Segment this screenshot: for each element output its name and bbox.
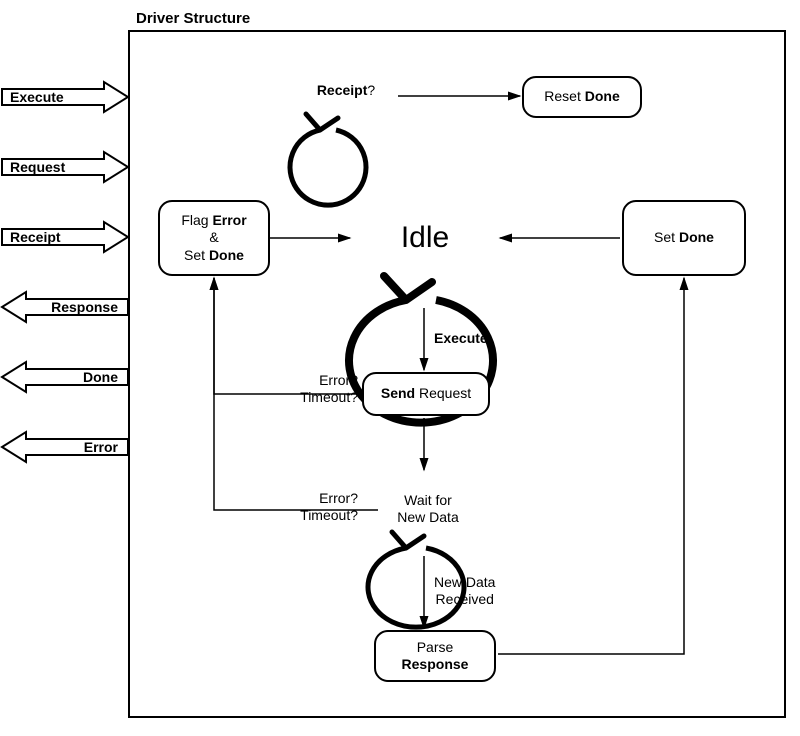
set-done-node: Set Done	[622, 200, 746, 276]
driver-structure-title: Driver Structure	[136, 10, 250, 27]
wait-loop-label: Wait forNew Data	[388, 492, 468, 526]
signal-execute-label: Execute	[10, 89, 64, 105]
signal-done-label: Done	[83, 369, 118, 385]
signal-response-arrow: Response	[0, 290, 128, 324]
flag-error-set-done-node: Flag Error & Set Done	[158, 200, 270, 276]
send-request-node: Send Request	[362, 372, 490, 416]
error-timeout-label-1: Error?Timeout?	[270, 372, 358, 406]
signal-receipt-arrow: Receipt	[0, 220, 128, 254]
signal-error-arrow: Error	[0, 430, 128, 464]
new-data-received-label: New DataReceived	[434, 574, 495, 608]
signal-request-arrow: Request	[0, 150, 128, 184]
error-timeout-label-2: Error?Timeout?	[270, 490, 358, 524]
parse-response-node: ParseResponse	[374, 630, 496, 682]
signal-error-label: Error	[84, 439, 118, 455]
signal-request-label: Request	[10, 159, 65, 175]
receipt-loop-label: Receipt?	[296, 82, 396, 99]
execute-edge-label: Execute	[434, 330, 488, 347]
signal-execute-arrow: Execute	[0, 80, 128, 114]
signal-done-arrow: Done	[0, 360, 128, 394]
reset-done-node: Reset Done	[522, 76, 642, 118]
signal-receipt-label: Receipt	[10, 229, 61, 245]
signal-response-label: Response	[51, 299, 118, 315]
idle-loop-label: Idle	[370, 220, 480, 256]
